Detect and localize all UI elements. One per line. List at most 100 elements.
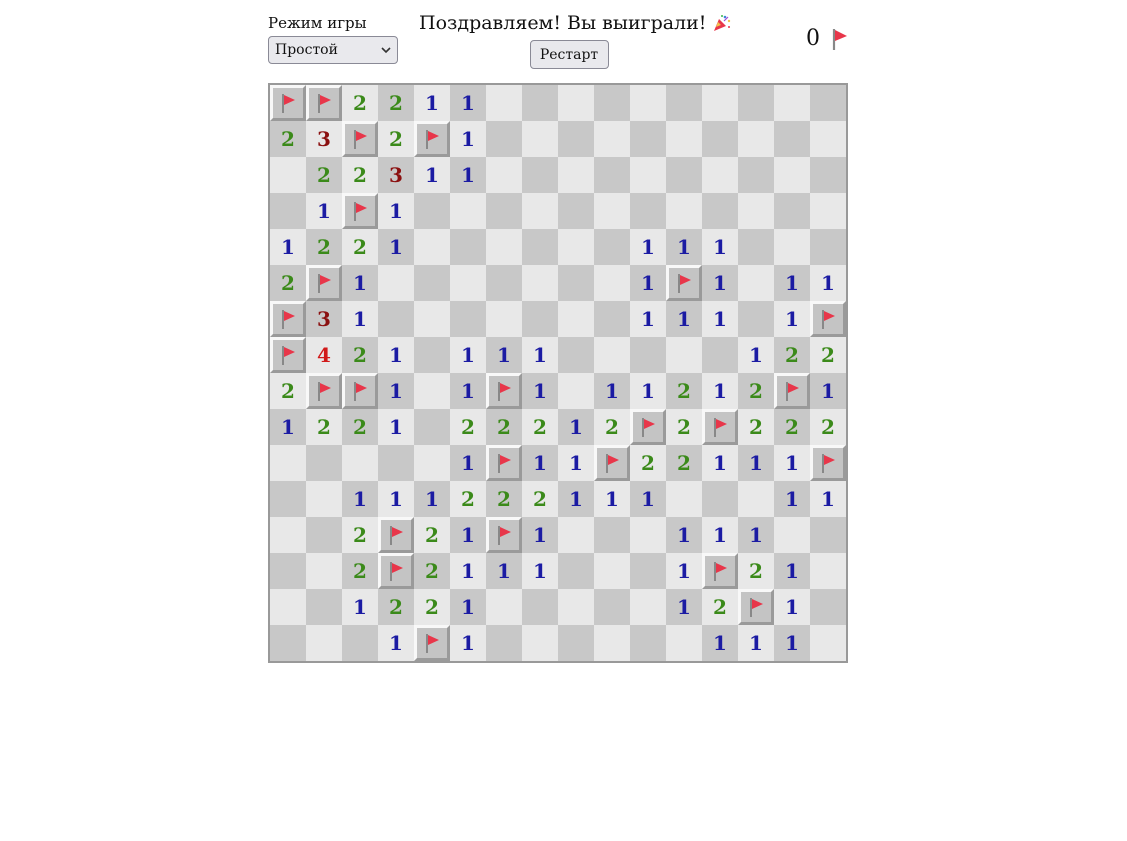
board-cell[interactable] xyxy=(270,157,306,193)
board-cell[interactable] xyxy=(522,121,558,157)
board-cell[interactable] xyxy=(270,481,306,517)
board-cell[interactable]: 2 xyxy=(378,85,414,121)
board-cell[interactable] xyxy=(270,625,306,661)
board-cell[interactable] xyxy=(666,193,702,229)
board-cell[interactable] xyxy=(594,517,630,553)
board-cell[interactable] xyxy=(810,445,846,481)
board-cell[interactable] xyxy=(270,337,306,373)
board-cell[interactable] xyxy=(414,373,450,409)
board-cell[interactable] xyxy=(630,589,666,625)
board-cell[interactable]: 3 xyxy=(306,301,342,337)
board-cell[interactable]: 2 xyxy=(342,517,378,553)
board-cell[interactable] xyxy=(810,193,846,229)
board-cell[interactable] xyxy=(594,121,630,157)
board-cell[interactable]: 2 xyxy=(306,229,342,265)
board-cell[interactable]: 1 xyxy=(702,625,738,661)
board-cell[interactable] xyxy=(738,85,774,121)
board-cell[interactable]: 1 xyxy=(270,409,306,445)
board-cell[interactable]: 4 xyxy=(306,337,342,373)
board-cell[interactable]: 1 xyxy=(450,517,486,553)
board-cell[interactable] xyxy=(738,589,774,625)
board-cell[interactable] xyxy=(486,193,522,229)
board-cell[interactable]: 1 xyxy=(486,553,522,589)
board-cell[interactable] xyxy=(342,121,378,157)
board-cell[interactable] xyxy=(414,121,450,157)
board-cell[interactable] xyxy=(666,265,702,301)
board-cell[interactable]: 1 xyxy=(522,553,558,589)
board-cell[interactable] xyxy=(306,373,342,409)
board-cell[interactable]: 2 xyxy=(522,409,558,445)
board-cell[interactable]: 1 xyxy=(666,589,702,625)
board-cell[interactable]: 1 xyxy=(774,301,810,337)
board-cell[interactable] xyxy=(558,517,594,553)
board-cell[interactable] xyxy=(306,553,342,589)
board-cell[interactable] xyxy=(702,481,738,517)
board-cell[interactable]: 1 xyxy=(306,193,342,229)
board-cell[interactable] xyxy=(522,625,558,661)
board-cell[interactable]: 1 xyxy=(738,625,774,661)
board-cell[interactable] xyxy=(378,553,414,589)
board-cell[interactable] xyxy=(270,517,306,553)
board-cell[interactable] xyxy=(270,193,306,229)
board-cell[interactable] xyxy=(486,85,522,121)
board-cell[interactable]: 1 xyxy=(342,481,378,517)
board-cell[interactable] xyxy=(306,265,342,301)
board-cell[interactable] xyxy=(702,121,738,157)
board-cell[interactable] xyxy=(774,85,810,121)
board-cell[interactable] xyxy=(414,625,450,661)
board-cell[interactable] xyxy=(486,265,522,301)
board-cell[interactable] xyxy=(486,589,522,625)
board-cell[interactable] xyxy=(774,157,810,193)
board-cell[interactable] xyxy=(666,625,702,661)
board-cell[interactable] xyxy=(378,445,414,481)
board-cell[interactable]: 1 xyxy=(702,517,738,553)
board-cell[interactable]: 1 xyxy=(450,373,486,409)
board-cell[interactable]: 1 xyxy=(738,445,774,481)
board-cell[interactable] xyxy=(486,625,522,661)
board-cell[interactable]: 2 xyxy=(666,409,702,445)
board-cell[interactable] xyxy=(738,265,774,301)
board-cell[interactable] xyxy=(414,337,450,373)
board-cell[interactable]: 2 xyxy=(738,373,774,409)
board-cell[interactable] xyxy=(558,229,594,265)
board-cell[interactable]: 2 xyxy=(594,409,630,445)
board-cell[interactable] xyxy=(450,229,486,265)
board-cell[interactable] xyxy=(738,301,774,337)
board-cell[interactable]: 2 xyxy=(414,517,450,553)
board-cell[interactable] xyxy=(486,373,522,409)
board-cell[interactable] xyxy=(594,85,630,121)
board-cell[interactable]: 1 xyxy=(810,481,846,517)
board-cell[interactable] xyxy=(810,121,846,157)
board-cell[interactable]: 1 xyxy=(630,373,666,409)
board-cell[interactable] xyxy=(486,121,522,157)
board-cell[interactable] xyxy=(738,157,774,193)
board-cell[interactable]: 2 xyxy=(270,265,306,301)
board-cell[interactable]: 1 xyxy=(450,553,486,589)
board-cell[interactable]: 1 xyxy=(378,337,414,373)
board-cell[interactable] xyxy=(558,553,594,589)
board-cell[interactable]: 1 xyxy=(522,373,558,409)
board-cell[interactable] xyxy=(558,193,594,229)
board-cell[interactable]: 2 xyxy=(810,409,846,445)
board-cell[interactable] xyxy=(306,445,342,481)
board-cell[interactable]: 1 xyxy=(738,517,774,553)
board-cell[interactable]: 1 xyxy=(522,445,558,481)
board-cell[interactable]: 2 xyxy=(342,337,378,373)
board-cell[interactable]: 1 xyxy=(378,409,414,445)
board-cell[interactable] xyxy=(702,337,738,373)
board-cell[interactable]: 1 xyxy=(414,481,450,517)
board-cell[interactable]: 2 xyxy=(738,553,774,589)
board-cell[interactable]: 1 xyxy=(702,265,738,301)
board-cell[interactable] xyxy=(666,157,702,193)
board-cell[interactable]: 1 xyxy=(450,121,486,157)
board-cell[interactable]: 2 xyxy=(306,409,342,445)
board-cell[interactable] xyxy=(774,517,810,553)
board-cell[interactable]: 1 xyxy=(666,229,702,265)
board-cell[interactable] xyxy=(414,409,450,445)
board-cell[interactable] xyxy=(594,193,630,229)
board-cell[interactable] xyxy=(414,193,450,229)
board-cell[interactable]: 1 xyxy=(486,337,522,373)
board-cell[interactable] xyxy=(522,265,558,301)
board-cell[interactable] xyxy=(486,445,522,481)
board-cell[interactable] xyxy=(522,589,558,625)
